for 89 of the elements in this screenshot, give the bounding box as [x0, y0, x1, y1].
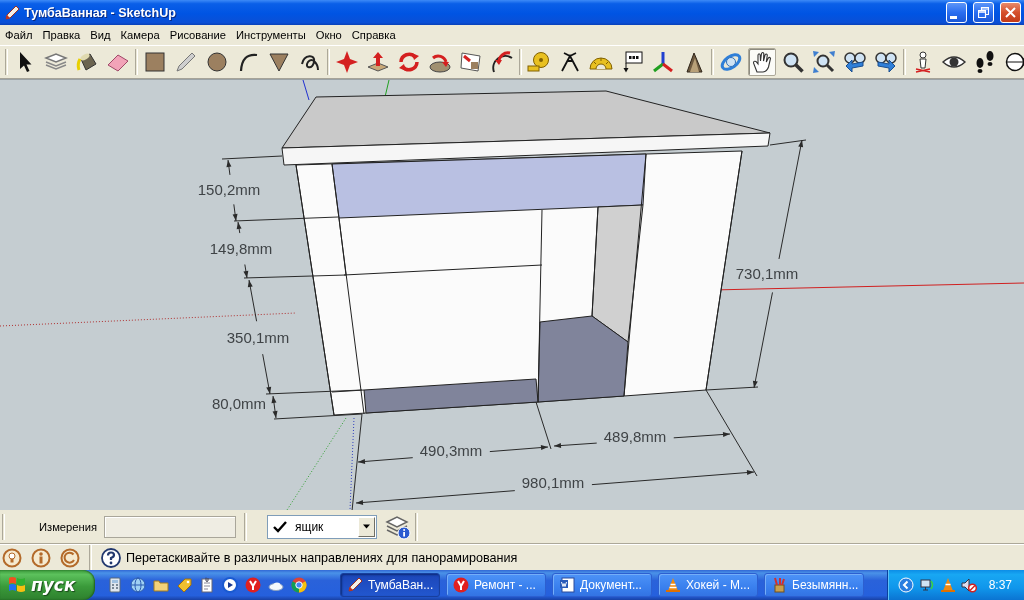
minimize-icon — [950, 15, 957, 19]
dimension-label: 80,0mm — [211, 395, 267, 412]
menu-item[interactable]: Камера — [115, 25, 165, 45]
y-circle-icon[interactable] — [245, 577, 261, 593]
dimension-label: 350,1mm — [226, 329, 290, 346]
tool-button[interactable] — [810, 48, 838, 76]
menu-item[interactable]: Файл — [0, 25, 38, 45]
dimension-line[interactable] — [271, 395, 278, 419]
zoom-extents-icon — [812, 50, 836, 74]
square-icon — [143, 50, 167, 74]
dimension-line[interactable] — [553, 432, 731, 448]
menu-item[interactable]: Правка — [37, 25, 86, 45]
brushes-icon — [771, 577, 787, 593]
close-icon — [1005, 7, 1016, 18]
y-circle-icon — [453, 577, 469, 593]
menu-item[interactable]: Инструменты — [231, 25, 311, 45]
folder-icon[interactable] — [153, 577, 169, 593]
dimension-label: 730,1mm — [735, 265, 799, 282]
menu-item[interactable]: Вид — [85, 25, 116, 45]
extension-line — [769, 139, 807, 146]
calculator-icon[interactable] — [107, 577, 123, 593]
network-icon[interactable] — [919, 577, 935, 593]
dimension-label: 150,2mm — [197, 181, 261, 198]
cone-icon — [665, 577, 681, 593]
axis-line — [384, 80, 390, 98]
four-arrows-icon — [335, 50, 359, 74]
layers-info-icon[interactable] — [385, 513, 411, 540]
hand-icon — [750, 50, 774, 74]
triangle-icon — [267, 50, 291, 74]
tag-icon[interactable] — [176, 577, 192, 593]
measurements-field[interactable] — [104, 515, 236, 538]
dimension-label: 149,8mm — [209, 240, 273, 257]
restore-icon — [978, 7, 989, 18]
play-circle-icon[interactable] — [222, 577, 238, 593]
color-wheel-icon[interactable] — [291, 577, 307, 593]
caret-icon — [363, 523, 370, 530]
chevron-icon[interactable] — [898, 577, 914, 593]
dimension-line[interactable] — [357, 445, 549, 464]
clock: 8:37 — [988, 578, 1012, 592]
minimize-button[interactable] — [946, 2, 967, 23]
taskbar-button[interactable]: ТумбаВан... — [340, 573, 440, 597]
copyright-icon[interactable] — [60, 547, 80, 568]
taskbar-button[interactable]: Хокей - М... — [658, 573, 758, 597]
extension-line — [221, 155, 283, 160]
help-icon[interactable] — [101, 547, 121, 568]
compass-icon — [558, 50, 582, 74]
restore-button[interactable] — [973, 2, 994, 23]
lenses-right-arrow-icon — [874, 50, 898, 74]
orbit-icon — [719, 50, 743, 74]
measurements-label: Измерения — [39, 520, 97, 533]
close-button[interactable] — [1000, 2, 1021, 23]
viewport[interactable]: 150,2mm 149,8mm 350,1mm 80,0mm 730,1mm 490,3mm 489,8mm 980,1mm — [0, 79, 1024, 510]
dropdown-button[interactable] — [358, 516, 375, 537]
taskbar-button[interactable]: Ремонт - ... — [446, 573, 546, 597]
pencil-icon — [4, 4, 20, 21]
dimension-line[interactable] — [355, 470, 755, 505]
globe-icon[interactable] — [130, 577, 146, 593]
tape-measure-icon — [527, 50, 551, 74]
circle-icon — [205, 50, 229, 74]
rotate-arrows-icon — [397, 50, 421, 74]
pencil-icon — [347, 577, 363, 593]
axes-icon — [651, 50, 675, 74]
taskbar-button[interactable]: Документ... — [552, 573, 652, 597]
document-icon — [559, 577, 575, 593]
bulb-circle-icon[interactable] — [2, 547, 22, 568]
clipped-document-icon[interactable] — [199, 577, 215, 593]
menu-item[interactable]: Справка — [346, 25, 401, 45]
menu-item[interactable]: Окно — [310, 25, 347, 45]
layer-dropdown[interactable]: ящик — [267, 514, 377, 539]
speaker-muted-icon[interactable] — [961, 577, 977, 593]
paint-bucket-icon — [75, 50, 99, 74]
search-icon — [781, 50, 805, 74]
pencil-icon — [174, 50, 198, 74]
window-title: ТумбаВанная - SketchUp — [24, 5, 177, 20]
dimension-label: 980,1mm — [521, 474, 585, 491]
box-up-arrow-icon — [366, 50, 390, 74]
dimension-label: 489,8mm — [603, 428, 667, 445]
info-circle-icon[interactable] — [31, 547, 51, 568]
axis-line — [302, 80, 310, 101]
lenses-left-arrow-icon — [843, 50, 867, 74]
dimension-label: 490,3mm — [419, 442, 483, 459]
menu-item[interactable]: Рисование — [164, 25, 231, 45]
double-arc-arrow-icon — [490, 50, 514, 74]
windows-flag-icon — [8, 576, 26, 594]
status-text: Перетаскивайте в различных направлениях для панорамирования — [126, 550, 518, 565]
extension-line — [535, 401, 552, 450]
start-button[interactable]: пуск — [0, 570, 95, 600]
taskbar-button[interactable]: Безымянн... — [764, 573, 864, 597]
tool-button[interactable] — [748, 48, 776, 76]
